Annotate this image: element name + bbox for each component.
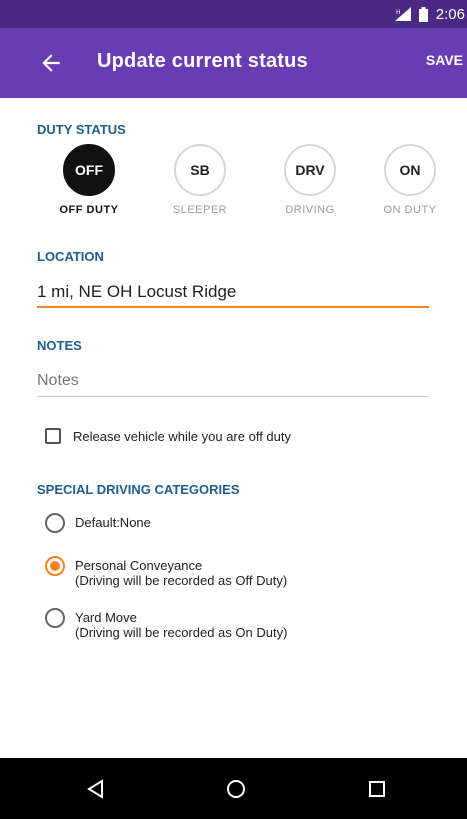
duty-circle-on: ON	[384, 144, 436, 196]
radio-personal-conveyance-subtitle: (Driving will be recorded as Off Duty)	[75, 573, 288, 588]
svg-text:H: H	[396, 9, 401, 16]
location-label: LOCATION	[37, 249, 104, 264]
notes-underline	[37, 396, 429, 397]
status-bar: H 2:06	[0, 0, 467, 28]
duty-circle-off: OFF	[63, 144, 115, 196]
duty-option-driving[interactable]: DRV DRIVING	[265, 144, 355, 216]
duty-status-label: DUTY STATUS	[37, 122, 126, 137]
location-input[interactable]	[37, 280, 429, 304]
radio-default[interactable]	[45, 513, 65, 533]
release-vehicle-checkbox-row[interactable]: Release vehicle while you are off duty	[45, 428, 291, 444]
release-vehicle-label: Release vehicle while you are off duty	[73, 428, 291, 444]
duty-label-sleeper: SLEEPER	[172, 204, 228, 216]
duty-label-driving: DRIVING	[285, 204, 335, 216]
page-title: Update current status	[97, 50, 308, 72]
duty-option-on[interactable]: ON ON DUTY	[365, 144, 455, 216]
radio-option-personal-conveyance[interactable]: Personal Conveyance (Driving will be rec…	[45, 555, 287, 588]
notes-input[interactable]	[37, 369, 429, 393]
radio-option-default[interactable]: Default:None	[45, 512, 151, 533]
app-bar: Update current status SAVE	[0, 28, 467, 98]
nav-back-icon[interactable]	[82, 775, 110, 803]
signal-icon: H	[394, 7, 411, 21]
radio-yard-move-title: Yard Move	[75, 610, 137, 625]
duty-label-on: ON DUTY	[383, 204, 437, 216]
duty-label-off: OFF DUTY	[59, 204, 119, 216]
duty-circle-driving: DRV	[284, 144, 336, 196]
radio-yard-move[interactable]	[45, 608, 65, 628]
duty-circle-sleeper: SB	[174, 144, 226, 196]
release-vehicle-checkbox[interactable]	[45, 428, 61, 444]
radio-personal-conveyance[interactable]	[45, 556, 65, 576]
radio-option-yard-move[interactable]: Yard Move (Driving will be recorded as O…	[45, 607, 287, 640]
save-button[interactable]: SAVE	[426, 52, 463, 68]
nav-recents-icon[interactable]	[363, 775, 391, 803]
location-underline	[37, 306, 429, 308]
radio-yard-move-subtitle: (Driving will be recorded as On Duty)	[75, 625, 288, 640]
back-arrow-icon[interactable]	[38, 50, 64, 76]
duty-status-selector: OFF OFF DUTY SB SLEEPER DRV DRIVING ON O…	[0, 144, 467, 234]
radio-default-title: Default:None	[75, 515, 151, 530]
notes-label: NOTES	[37, 338, 82, 353]
radio-personal-conveyance-title: Personal Conveyance	[75, 558, 203, 573]
duty-option-off[interactable]: OFF OFF DUTY	[44, 144, 134, 216]
status-time: 2:06	[435, 5, 465, 23]
nav-home-icon[interactable]	[222, 775, 250, 803]
navigation-bar	[0, 758, 467, 819]
special-driving-label: SPECIAL DRIVING CATEGORIES	[37, 482, 240, 497]
battery-icon	[418, 6, 428, 22]
duty-option-sleeper[interactable]: SB SLEEPER	[155, 144, 245, 216]
